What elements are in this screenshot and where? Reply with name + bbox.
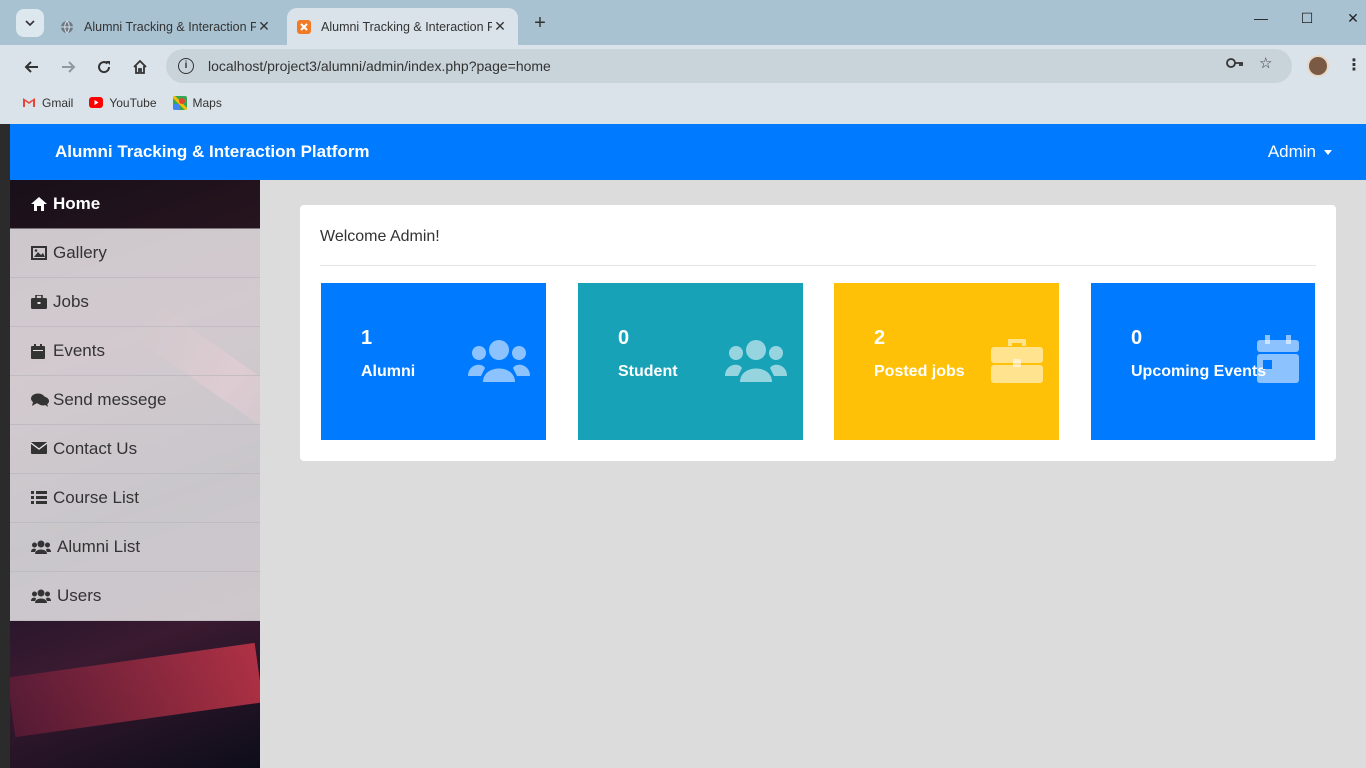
stat-value: 0 xyxy=(1131,327,1143,349)
tab-search-button[interactable] xyxy=(16,9,44,37)
stat-card-upcoming-events[interactable]: 0 Upcoming Events xyxy=(1091,283,1315,440)
close-window-icon[interactable]: ✕ xyxy=(1338,10,1366,34)
sidebar-item-label: Users xyxy=(57,586,102,605)
sidebar-item-label: Events xyxy=(53,341,105,360)
sidebar-item-gallery[interactable]: Gallery xyxy=(10,229,260,278)
new-tab-button[interactable]: + xyxy=(528,12,552,36)
sidebar: Home Gallery Jobs Events Send messege Co… xyxy=(10,180,260,768)
calendar-icon xyxy=(31,344,47,359)
browser-toolbar: i localhost/project3/alumni/admin/index.… xyxy=(0,45,1366,89)
forward-icon[interactable] xyxy=(54,53,82,81)
sidebar-item-home[interactable]: Home xyxy=(10,180,260,229)
reload-icon[interactable] xyxy=(90,53,118,81)
back-icon[interactable] xyxy=(18,53,46,81)
brand-title[interactable]: Alumni Tracking & Interaction Platform xyxy=(55,142,370,162)
bookmark-label: Gmail xyxy=(42,95,74,110)
tab-strip: Alumni Tracking & Interaction P ✕ Alumni… xyxy=(0,0,1366,45)
tab-close-icon[interactable]: ✕ xyxy=(256,18,272,35)
password-key-icon[interactable] xyxy=(1226,56,1244,73)
tab-title: Alumni Tracking & Interaction P xyxy=(84,19,256,34)
dashboard-card: Welcome Admin! 1 Alumni 0 Student 2 Post… xyxy=(300,205,1336,461)
sidebar-item-label: Jobs xyxy=(53,292,89,311)
bookmarks-bar: Gmail YouTube Maps xyxy=(0,89,1366,116)
url-text: localhost/project3/alumni/admin/index.ph… xyxy=(208,58,551,74)
sidebar-item-label: Gallery xyxy=(53,243,107,262)
tab-title: Alumni Tracking & Interaction P xyxy=(321,19,492,34)
sidebar-item-jobs[interactable]: Jobs xyxy=(10,278,260,327)
sidebar-item-label: Send messege xyxy=(53,390,167,409)
comments-icon xyxy=(31,393,49,407)
bookmark-maps[interactable]: Maps xyxy=(172,95,222,110)
sidebar-item-label: Course List xyxy=(53,488,139,507)
gmail-icon xyxy=(23,98,35,107)
sidebar-item-alumni-list[interactable]: Alumni List xyxy=(10,523,260,572)
image-icon xyxy=(31,246,47,260)
users-icon xyxy=(468,340,530,382)
stat-value: 2 xyxy=(874,327,886,349)
users-icon xyxy=(31,540,51,554)
top-navbar: Alumni Tracking & Interaction Platform A… xyxy=(10,124,1366,180)
sidebar-item-contact-us[interactable]: Contact Us xyxy=(10,425,260,474)
bookmark-label: Maps xyxy=(192,95,222,110)
sidebar-item-label: Home xyxy=(53,194,101,213)
sidebar-item-label: Contact Us xyxy=(53,439,138,458)
maps-icon xyxy=(172,95,187,110)
stat-card-alumni[interactable]: 1 Alumni xyxy=(321,283,546,440)
welcome-text: Welcome Admin! xyxy=(320,228,440,245)
bookmark-label: YouTube xyxy=(109,95,157,110)
globe-icon xyxy=(61,20,73,33)
stat-value: 1 xyxy=(361,327,373,349)
site-info-icon[interactable]: i xyxy=(178,58,194,74)
stat-value: 0 xyxy=(618,327,630,349)
divider xyxy=(320,265,1316,266)
briefcase-icon xyxy=(31,295,47,309)
profile-avatar[interactable] xyxy=(1307,55,1329,77)
stat-label: Alumni xyxy=(361,363,416,380)
bookmark-gmail[interactable]: Gmail xyxy=(22,96,73,110)
stat-card-posted-jobs[interactable]: 2 Posted jobs xyxy=(834,283,1059,440)
stat-label: Upcoming Events xyxy=(1131,363,1267,380)
browser-tab-2[interactable]: Alumni Tracking & Interaction P ✕ xyxy=(287,8,518,45)
youtube-icon xyxy=(89,97,104,108)
web-page: Alumni Tracking & Interaction Platform A… xyxy=(10,124,1366,768)
xampp-icon xyxy=(297,19,311,34)
browser-tab-1[interactable]: Alumni Tracking & Interaction P ✕ xyxy=(50,8,282,45)
list-icon xyxy=(31,491,47,505)
tab-close-icon[interactable]: ✕ xyxy=(492,18,508,35)
sidebar-item-users[interactable]: Users xyxy=(10,572,260,621)
bookmark-youtube[interactable]: YouTube xyxy=(89,95,157,110)
stat-card-student[interactable]: 0 Student xyxy=(578,283,803,440)
stat-label: Student xyxy=(618,363,678,380)
stat-label: Posted jobs xyxy=(874,363,965,380)
users-icon xyxy=(725,340,787,382)
maximize-icon[interactable]: ☐ xyxy=(1292,10,1322,34)
sidebar-item-events[interactable]: Events xyxy=(10,327,260,376)
briefcase-icon xyxy=(991,339,1043,383)
sidebar-item-send-message[interactable]: Send messege xyxy=(10,376,260,425)
sidebar-bg-decoration xyxy=(10,642,260,738)
minimize-icon[interactable]: — xyxy=(1246,10,1276,34)
browser-chrome: Alumni Tracking & Interaction P ✕ Alumni… xyxy=(0,0,1366,124)
bookmark-star-icon[interactable]: ☆ xyxy=(1259,54,1272,72)
browser-menu-icon[interactable]: ⋮ xyxy=(1346,55,1362,75)
address-bar[interactable]: i localhost/project3/alumni/admin/index.… xyxy=(166,49,1292,83)
sidebar-item-label: Alumni List xyxy=(57,537,141,556)
admin-dropdown[interactable]: Admin xyxy=(1268,142,1332,162)
home-icon xyxy=(31,197,47,211)
admin-label: Admin xyxy=(1267,142,1316,161)
caret-down-icon xyxy=(1324,149,1332,155)
users-icon xyxy=(31,589,51,603)
home-icon[interactable] xyxy=(126,53,154,81)
calendar-icon xyxy=(1257,335,1299,383)
envelope-icon xyxy=(31,442,47,456)
sidebar-item-course-list[interactable]: Course List xyxy=(10,474,260,523)
